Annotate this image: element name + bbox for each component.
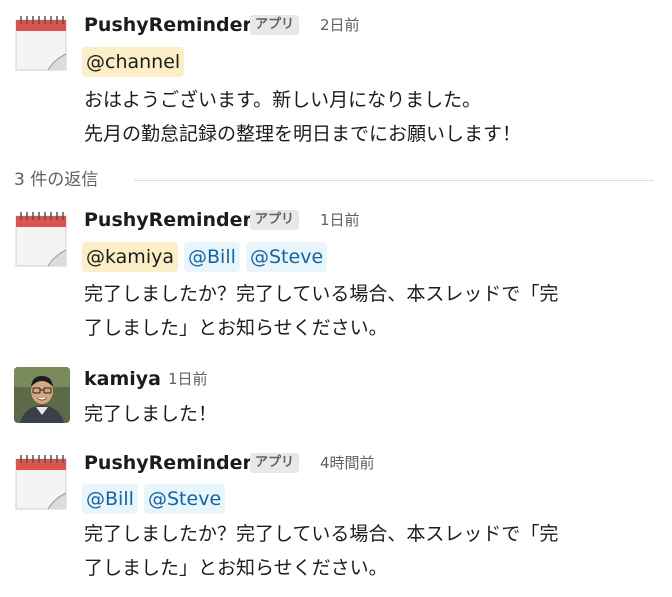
timestamp[interactable]: 1日前 [168,367,208,391]
replies-divider: 3 件の返信 [14,166,654,194]
timestamp[interactable]: 2日前 [320,13,360,37]
app-badge: アプリ [250,453,300,473]
sender-name[interactable]: PushyReminder [84,451,252,475]
sender-name[interactable]: PushyReminder [84,208,252,232]
mention-bill[interactable]: @Bill [82,484,138,514]
message-line-2: 了しました」とお知らせください。 [84,317,388,339]
calendar-icon[interactable] [14,210,70,267]
avatar[interactable] [14,367,70,423]
message-line-1: 完了しました！ [84,403,218,425]
app-badge: アプリ [250,210,300,230]
sender-name[interactable]: PushyReminder [84,13,252,37]
message-line-2: 先月の勤怠記録の整理を明日までにお願いします！ [84,123,522,145]
app-badge: アプリ [250,15,300,35]
divider-line [134,180,654,181]
mention-steve[interactable]: @Steve [246,242,328,272]
calendar-icon[interactable] [14,14,70,71]
message-line-2: 了しました」とお知らせください。 [84,557,388,579]
timestamp[interactable]: 1日前 [320,208,360,232]
sender-name[interactable]: kamiya [84,367,161,391]
calendar-icon[interactable] [14,453,70,510]
mention-kamiya[interactable]: @kamiya [82,242,178,272]
mention-channel[interactable]: @channel [82,47,185,77]
timestamp[interactable]: 4時間前 [320,451,375,475]
replies-count: 3 件の返信 [14,166,111,194]
mention-steve[interactable]: @Steve [144,484,226,514]
mention-bill[interactable]: @Bill [184,242,240,272]
message-line-1: おはようございます。新しい月になりました。 [84,89,482,111]
message-line-1: 完了しましたか？完了している場合、本スレッドで「完 [84,523,559,545]
message-line-1: 完了しましたか？完了している場合、本スレッドで「完 [84,283,559,305]
